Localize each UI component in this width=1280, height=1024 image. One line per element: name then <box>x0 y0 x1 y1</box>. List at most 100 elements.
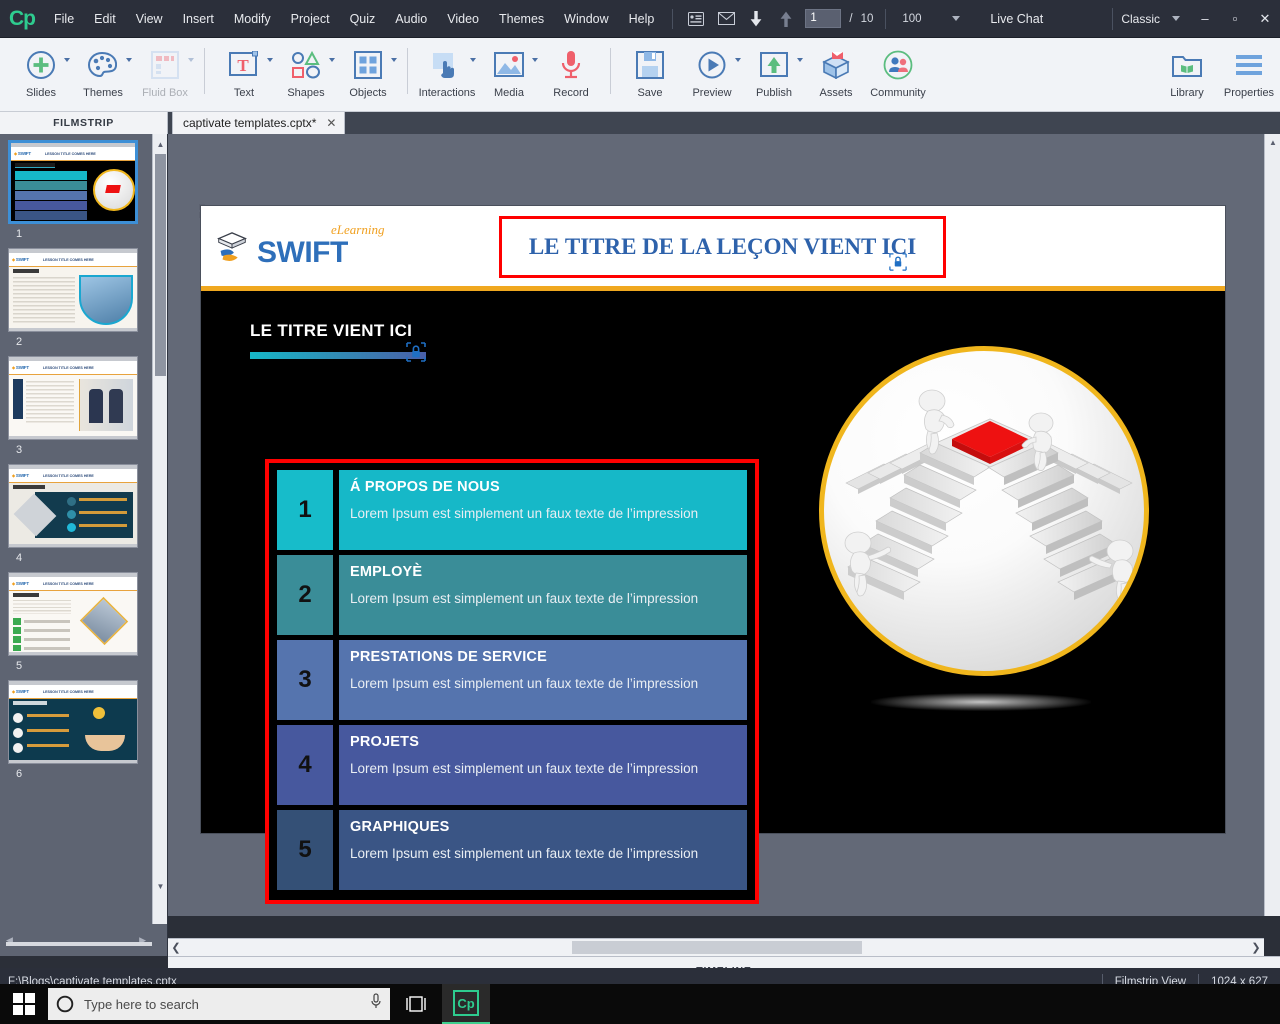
slide-number-label: 2 <box>16 336 23 348</box>
list-item[interactable]: 4 PROJETS Lorem Ipsum est simplement un … <box>277 725 747 805</box>
slide-canvas-area[interactable]: SWIFT eLearning LE TITRE DE LA LEÇON VIE… <box>168 134 1280 916</box>
close-button[interactable]: ✕ <box>1250 0 1280 38</box>
ribbon-button-interactions[interactable]: Interactions <box>416 38 478 108</box>
scroll-right-icon-canvas[interactable]: ❯ <box>1248 939 1264 957</box>
menu-item-audio[interactable]: Audio <box>385 0 437 38</box>
menu-item-modify[interactable]: Modify <box>224 0 281 38</box>
download-arrow-icon[interactable] <box>744 7 768 31</box>
menu-item-edit[interactable]: Edit <box>84 0 126 38</box>
menu-item-insert[interactable]: Insert <box>173 0 224 38</box>
ribbon-button-library[interactable]: Library <box>1156 38 1218 108</box>
scroll-left-icon-canvas[interactable]: ❮ <box>168 939 184 957</box>
ribbon-button-shapes[interactable]: Shapes <box>275 38 337 108</box>
ribbon-button-themes[interactable]: Themes <box>72 38 134 108</box>
section-title-underline <box>250 352 426 359</box>
list-item[interactable]: 5 GRAPHIQUES Lorem Ipsum est simplement … <box>277 810 747 890</box>
scroll-up-icon[interactable]: ▲ <box>153 136 167 152</box>
maximize-button[interactable]: ▫ <box>1220 0 1250 38</box>
notes-icon[interactable] <box>684 7 708 31</box>
ribbon-button-assets[interactable]: Assets <box>805 38 867 108</box>
canvas-hscroll-thumb[interactable] <box>572 941 862 954</box>
ribbon-button-publish[interactable]: Publish <box>743 38 805 108</box>
slide-thumbnail[interactable]: SWIFT LESSON TITLE COMES HERE <box>8 356 138 440</box>
microphone-icon[interactable] <box>370 993 382 1015</box>
menu-item-quiz[interactable]: Quiz <box>340 0 386 38</box>
chevron-down-icon[interactable] <box>470 58 476 62</box>
document-tab[interactable]: captivate templates.cptx* ✕ <box>172 112 346 134</box>
slide-thumbnail[interactable]: SWIFT LESSON TITLE COMES HERE <box>8 572 138 656</box>
workspace-label[interactable]: Classic <box>1113 12 1168 26</box>
task-view-icon[interactable] <box>390 984 442 1024</box>
filmstrip-scrollbar[interactable]: ▲ ▼ <box>152 134 167 924</box>
chevron-down-icon[interactable] <box>797 58 803 62</box>
chevron-down-icon[interactable] <box>126 58 132 62</box>
menu-item-file[interactable]: File <box>44 0 84 38</box>
slide-thumbnail[interactable]: SWIFT LESSON TITLE COMES HERE <box>8 140 138 224</box>
live-chat-button[interactable]: Live Chat <box>990 12 1043 26</box>
ribbon-button-properties[interactable]: Properties <box>1218 38 1280 108</box>
slide-gold-rule <box>201 286 1225 291</box>
mail-icon[interactable] <box>714 7 738 31</box>
slide-thumbnail[interactable]: SWIFT LESSON TITLE COMES HERE <box>8 464 138 548</box>
ribbon-button-record[interactable]: Record <box>540 38 602 108</box>
menu-item-window[interactable]: Window <box>554 0 618 38</box>
menu-item-project[interactable]: Project <box>281 0 340 38</box>
filmstrip-hscroll-track[interactable] <box>6 942 152 946</box>
section-title-text[interactable]: LE TITRE VIENT ICI <box>250 321 412 341</box>
captivate-icon: Cp <box>453 990 479 1016</box>
scroll-up-icon-canvas[interactable]: ▲ <box>1265 134 1280 150</box>
canvas-horizontal-scrollbar[interactable]: ❮ ❯ <box>168 938 1264 956</box>
menu-item-view[interactable]: View <box>126 0 173 38</box>
zoom-level-input[interactable]: 100 <box>894 13 948 25</box>
ribbon-button-objects[interactable]: Objects <box>337 38 399 108</box>
list-item[interactable]: 3 PRESTATIONS DE SERVICE Lorem Ipsum est… <box>277 640 747 720</box>
close-icon[interactable]: ✕ <box>326 116 336 130</box>
zoom-dropdown-icon[interactable] <box>952 16 961 21</box>
windows-start-icon[interactable] <box>0 984 48 1024</box>
list-item[interactable]: 2 EMPLOYÈ Lorem Ipsum est simplement un … <box>277 555 747 635</box>
ribbon-button-label: Publish <box>755 87 793 99</box>
chevron-down-icon[interactable] <box>391 58 397 62</box>
scroll-down-icon[interactable]: ▼ <box>153 878 167 894</box>
lesson-title-textbox[interactable]: LE TITRE DE LA LEÇON VIENT ICI <box>499 216 946 278</box>
slide-thumbnail[interactable]: SWIFT LESSON TITLE COMES HERE <box>8 248 138 332</box>
slide-number-input[interactable]: 1 <box>805 9 842 28</box>
filmstrip-slide-6[interactable]: SWIFT LESSON TITLE COMES HERE 6 <box>8 680 152 780</box>
filmstrip-slide-1[interactable]: SWIFT LESSON TITLE COMES HERE 1 <box>8 140 152 240</box>
ribbon-button-community[interactable]: Community <box>867 38 929 108</box>
filmstrip-scroll-thumb[interactable] <box>155 154 166 376</box>
stairs-illustration[interactable] <box>819 346 1149 676</box>
menu-item-themes[interactable]: Themes <box>489 0 554 38</box>
list-item[interactable]: 1 Á PROPOS DE NOUS Lorem Ipsum est simpl… <box>277 470 747 550</box>
chevron-down-icon[interactable] <box>188 58 194 62</box>
chevron-down-icon[interactable] <box>329 58 335 62</box>
filmstrip-slide-2[interactable]: SWIFT LESSON TITLE COMES HERE 2 <box>8 248 152 348</box>
chevron-down-icon[interactable] <box>532 58 538 62</box>
filmstrip-panel-tab[interactable]: FILMSTRIP <box>0 112 168 134</box>
fluidbox-icon <box>151 45 179 85</box>
minimize-button[interactable]: – <box>1190 0 1220 38</box>
taskbar-captivate-icon[interactable]: Cp <box>442 984 490 1024</box>
workspace-dropdown-icon[interactable] <box>1172 16 1180 21</box>
taskbar-search-input[interactable]: Type here to search <box>48 988 390 1020</box>
chevron-down-icon[interactable] <box>64 58 70 62</box>
filmstrip-slide-4[interactable]: SWIFT LESSON TITLE COMES HERE 4 <box>8 464 152 564</box>
ribbon-button-text[interactable]: T Text <box>213 38 275 108</box>
menu-item-video[interactable]: Video <box>437 0 489 38</box>
chevron-down-icon[interactable] <box>267 58 273 62</box>
filmstrip-horizontal-scroll[interactable]: ◀ ▶ <box>0 932 152 948</box>
menu-item-help[interactable]: Help <box>619 0 665 38</box>
ribbon-button-media[interactable]: Media <box>478 38 540 108</box>
ribbon-button-label: Objects <box>349 87 387 99</box>
ribbon-button-save[interactable]: Save <box>619 38 681 108</box>
filmstrip-slide-3[interactable]: SWIFT LESSON TITLE COMES HERE 3 <box>8 356 152 456</box>
upload-arrow-icon[interactable] <box>774 7 798 31</box>
chevron-down-icon[interactable] <box>735 58 741 62</box>
numbered-list-selection-box[interactable]: 1 Á PROPOS DE NOUS Lorem Ipsum est simpl… <box>265 459 759 904</box>
ribbon-button-preview[interactable]: Preview <box>681 38 743 108</box>
slide-thumbnail[interactable]: SWIFT LESSON TITLE COMES HERE <box>8 680 138 764</box>
canvas-vertical-scrollbar[interactable]: ▲ <box>1264 134 1280 916</box>
slide-stage[interactable]: SWIFT eLearning LE TITRE DE LA LEÇON VIE… <box>201 206 1225 904</box>
ribbon-button-slides[interactable]: Slides <box>10 38 72 108</box>
filmstrip-slide-5[interactable]: SWIFT LESSON TITLE COMES HERE 5 <box>8 572 152 672</box>
